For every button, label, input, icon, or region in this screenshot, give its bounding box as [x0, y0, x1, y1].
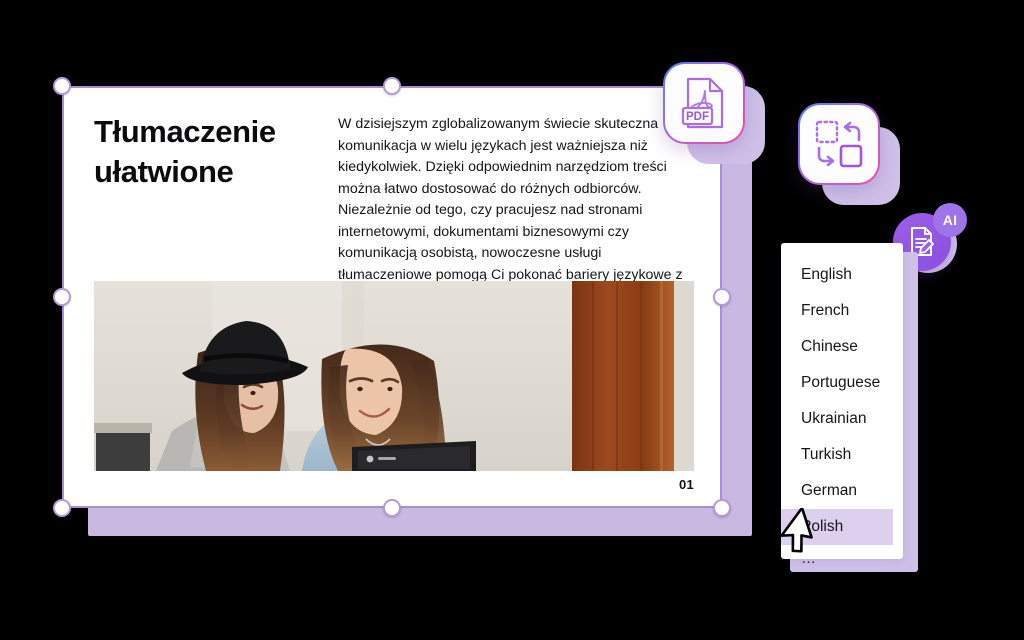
- slide-photo[interactable]: [94, 281, 694, 471]
- slide-body-text[interactable]: W dzisiejszym zglobalizowanym świecie sk…: [338, 114, 693, 308]
- resize-handle-middle-right[interactable]: [713, 288, 731, 306]
- slide-container[interactable]: Tłumaczenie ułatwione W dzisiejszym zglo…: [53, 77, 731, 517]
- language-option[interactable]: Ukrainian: [781, 401, 903, 437]
- pdf-file-icon-card[interactable]: PDF: [663, 62, 769, 168]
- pdf-icon: PDF: [681, 77, 724, 129]
- slide[interactable]: Tłumaczenie ułatwione W dzisiejszym zglo…: [64, 88, 720, 506]
- language-option[interactable]: Chinese: [781, 329, 903, 365]
- language-option[interactable]: Turkish: [781, 437, 903, 473]
- ai-label-chip: AI: [933, 203, 967, 237]
- mouse-cursor: [780, 508, 813, 553]
- canvas: Tłumaczenie ułatwione W dzisiejszym zglo…: [0, 0, 1024, 640]
- svg-text:PDF: PDF: [686, 111, 709, 123]
- slide-title[interactable]: Tłumaczenie ułatwione: [94, 112, 319, 191]
- language-option[interactable]: German: [781, 473, 903, 509]
- resize-handle-bottom-left[interactable]: [53, 499, 71, 517]
- language-option[interactable]: English: [781, 257, 903, 293]
- resize-handle-bottom-center[interactable]: [383, 499, 401, 517]
- resize-handle-bottom-right[interactable]: [713, 499, 731, 517]
- language-option[interactable]: Portuguese: [781, 365, 903, 401]
- slide-page-number: 01: [678, 477, 694, 492]
- language-option[interactable]: French: [781, 293, 903, 329]
- resize-handle-middle-left[interactable]: [53, 288, 71, 306]
- convert-format-icon-card[interactable]: [798, 103, 904, 209]
- convert-format-icon: [815, 120, 863, 168]
- convert-icon-tile[interactable]: [798, 103, 880, 185]
- resize-handle-top-center[interactable]: [383, 77, 401, 95]
- resize-handle-top-left[interactable]: [53, 77, 71, 95]
- two-women-at-laptop-photo: [94, 281, 694, 471]
- pdf-icon-tile[interactable]: PDF: [663, 62, 745, 144]
